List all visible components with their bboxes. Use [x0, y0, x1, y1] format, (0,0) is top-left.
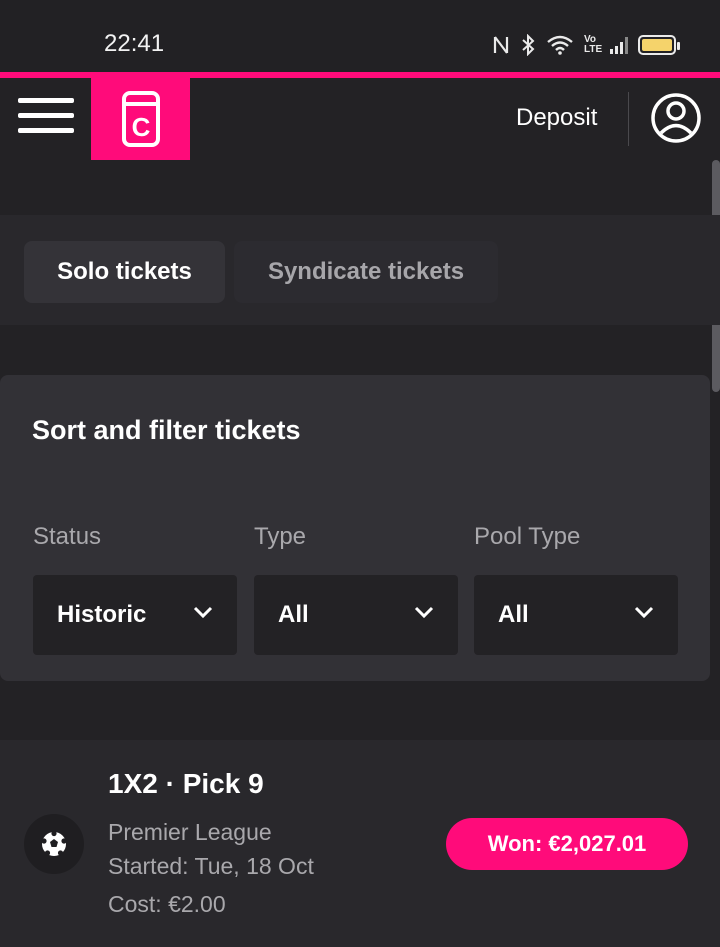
ticket-title: 1X2 · Pick 9	[108, 768, 264, 799]
bluetooth-icon	[522, 34, 535, 56]
main-content: Solo tickets Syndicate tickets Sort and …	[0, 160, 720, 947]
hamburger-menu-icon[interactable]	[18, 98, 74, 138]
tab-solo-tickets[interactable]: Solo tickets	[24, 241, 225, 303]
pool-type-filter: Pool Type All	[474, 523, 678, 655]
ticket-cost: Cost: €2.00	[108, 891, 226, 917]
filter-title: Sort and filter tickets	[32, 415, 301, 445]
ticket-tabs: Solo tickets Syndicate tickets	[0, 215, 720, 325]
status-filter: Status Historic	[33, 523, 237, 655]
header-divider	[628, 92, 629, 146]
volte-icon: Vo LTE	[584, 34, 603, 55]
pool-type-filter-label: Pool Type	[474, 523, 581, 550]
type-select[interactable]: All	[254, 575, 458, 655]
type-filter: Type All	[254, 523, 458, 655]
chevron-down-icon	[193, 606, 213, 619]
chevron-down-icon	[634, 606, 654, 619]
type-select-value: All	[278, 601, 309, 628]
status-time: 22:41	[104, 30, 165, 57]
battery-icon	[638, 35, 680, 55]
ticket-result-badge: Won: €2,027.01	[446, 818, 688, 870]
ticket-sport-icon	[24, 814, 84, 874]
soccer-ball-icon	[41, 830, 67, 856]
svg-text:C: C	[131, 112, 150, 142]
tab-syndicate-tickets[interactable]: Syndicate tickets	[234, 241, 498, 303]
type-filter-label: Type	[254, 523, 307, 550]
chevron-down-icon	[414, 606, 434, 619]
status-select[interactable]: Historic	[33, 575, 237, 655]
ticket-card[interactable]: 1X2 · Pick 9 Premier League Started: Tue…	[0, 740, 720, 947]
ticket-start-date: Started: Tue, 18 Oct	[108, 853, 314, 879]
pool-type-select[interactable]: All	[474, 575, 678, 655]
app-header: C Deposit	[0, 72, 720, 160]
logo-icon: C	[121, 91, 160, 147]
account-icon[interactable]	[650, 92, 702, 144]
deposit-button[interactable]: Deposit	[516, 104, 597, 132]
nfc-icon	[493, 36, 509, 54]
status-bar: 22:41 Vo LTE	[0, 0, 720, 72]
status-select-value: Historic	[57, 601, 147, 628]
signal-icon	[610, 36, 628, 54]
status-icons: Vo LTE	[492, 30, 680, 60]
filter-panel: Sort and filter tickets Status Historic …	[0, 375, 710, 681]
wifi-icon	[547, 35, 573, 55]
brand-logo[interactable]: C	[91, 78, 190, 160]
status-filter-label: Status	[33, 523, 102, 550]
ticket-league: Premier League	[108, 819, 272, 845]
pool-type-select-value: All	[498, 601, 529, 628]
